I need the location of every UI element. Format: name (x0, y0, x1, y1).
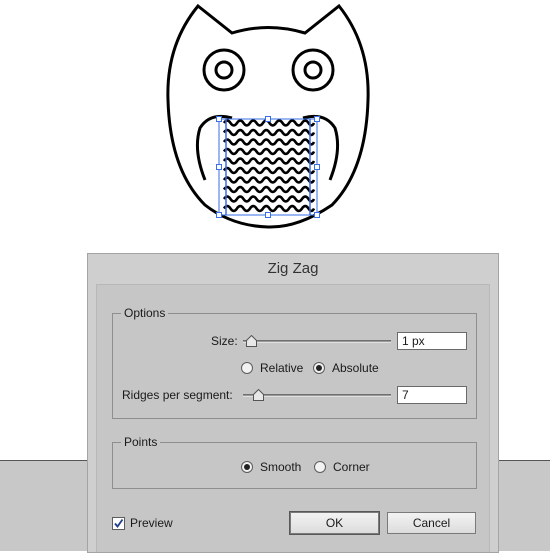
zigzag-line (222, 138, 316, 146)
right-eye-inner (303, 60, 323, 80)
owl-artwork[interactable] (0, 0, 550, 250)
dialog-body: Options Size: 1 px Relative Absolute Rid… (96, 284, 490, 552)
ridges-label: Ridges per segment: (122, 388, 233, 402)
absolute-radio-button[interactable] (313, 362, 325, 374)
preview-label: Preview (130, 516, 173, 530)
size-slider[interactable] (243, 335, 391, 347)
right-eye-outer (291, 48, 335, 92)
smooth-label: Smooth (260, 460, 302, 474)
relative-label: Relative (260, 361, 304, 375)
zigzag-line (222, 147, 316, 156)
absolute-label: Absolute (332, 361, 379, 375)
belly-zigzag-lines (222, 119, 316, 213)
smooth-radio[interactable]: Smooth (241, 460, 301, 474)
smooth-radio-button[interactable] (241, 461, 253, 473)
ok-button[interactable]: OK (290, 512, 379, 534)
ridges-slider-thumb[interactable] (252, 389, 264, 401)
ridges-input[interactable]: 7 (397, 386, 467, 404)
relative-radio[interactable]: Relative (241, 361, 303, 375)
zigzag-line (222, 166, 316, 175)
points-group: Points Smooth Corner (112, 435, 477, 489)
dialog-title: Zig Zag (267, 260, 319, 277)
checkmark-icon (114, 518, 124, 528)
size-label: Size: (211, 334, 238, 348)
left-eye-outer (202, 48, 246, 92)
options-legend: Options (121, 306, 169, 320)
zigzag-line (222, 157, 316, 165)
zigzag-line (222, 185, 316, 194)
size-slider-thumb[interactable] (245, 335, 257, 347)
cancel-button[interactable]: Cancel (387, 512, 476, 534)
ridges-slider[interactable] (243, 389, 391, 401)
corner-label: Corner (333, 460, 370, 474)
absolute-radio[interactable]: Absolute (313, 361, 379, 375)
corner-radio-button[interactable] (314, 461, 326, 473)
relative-radio-button[interactable] (241, 362, 253, 374)
left-eye-inner (214, 60, 234, 80)
preview-checkbox-box[interactable] (112, 516, 125, 530)
zig-zag-dialog: Zig Zag Options Size: 1 px Relative Abso… (87, 253, 499, 553)
zigzag-line (222, 176, 316, 184)
size-input[interactable]: 1 px (397, 332, 467, 350)
options-group: Options Size: 1 px Relative Absolute Rid… (112, 306, 477, 419)
preview-checkbox[interactable]: Preview (112, 516, 173, 530)
corner-radio[interactable]: Corner (314, 460, 370, 474)
points-legend: Points (121, 435, 161, 449)
zigzag-line (222, 204, 316, 213)
zigzag-line (222, 128, 316, 137)
zigzag-line (222, 195, 316, 203)
